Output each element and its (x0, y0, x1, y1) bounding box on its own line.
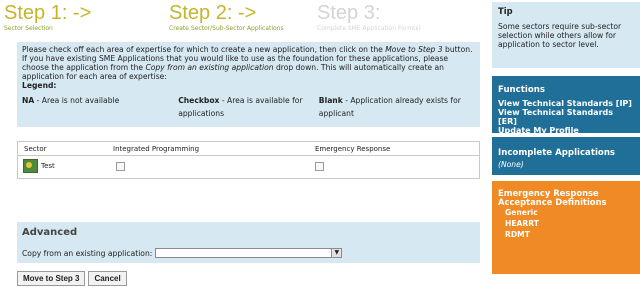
move-to-step-3-button[interactable]: Move to Step 3 (17, 271, 86, 286)
instructions-box: Please check off each area of expertise … (17, 42, 480, 127)
incomplete-applications-panel: Incomplete Applications (None) (492, 137, 640, 175)
step-3-title: Step 3: (317, 2, 381, 24)
step-2-subtitle: Create Sector/Sub-Sector Applications (169, 25, 284, 32)
legend-blank: Blank - Application already exists for a… (318, 96, 461, 118)
copy-application-select[interactable]: ▼ (155, 248, 343, 258)
step-2-title: Step 2: -> (169, 2, 257, 24)
action-buttons: Move to Step 3 Cancel (17, 271, 127, 286)
sector-name: Test (41, 162, 55, 170)
emergency-response-checkbox[interactable] (315, 162, 324, 171)
header-emergency-response: Emergency Response (315, 145, 391, 153)
header-integrated-programming: Integrated Programming (113, 145, 200, 153)
functions-title: Functions (498, 85, 545, 95)
era-rdmt-link[interactable]: RDMT (498, 229, 634, 240)
era-generic-link[interactable]: Generic (498, 207, 634, 218)
era-title: Emergency Response Acceptance Definition… (498, 188, 607, 207)
era-definitions-panel: Emergency Response Acceptance Definition… (492, 181, 640, 274)
legend-na: NA - Area is not available (22, 96, 120, 105)
view-technical-standards-er-link[interactable]: View Technical Standards [ER] (498, 108, 634, 126)
tip-text: Some sectors require sub-sector selectio… (498, 22, 622, 49)
step-1-title: Step 1: -> (4, 2, 92, 24)
incomplete-title: Incomplete Applications (498, 148, 616, 158)
chevron-down-icon[interactable]: ▼ (331, 249, 342, 257)
cancel-button[interactable]: Cancel (88, 271, 127, 286)
copy-row: Copy from an existing application: ▼ (22, 248, 475, 258)
legend-checkbox: Checkbox - Area is available for applica… (178, 96, 303, 118)
instructions-text-1: Please check off each area of expertise … (22, 45, 386, 54)
advanced-section: Advanced Copy from an existing applicati… (17, 222, 480, 263)
header-sector: Sector (24, 145, 47, 153)
sector-table: Sector Integrated Programming Emergency … (17, 141, 480, 179)
sector-icon (23, 159, 38, 173)
step-3-subtitle: Complete SME Application Form(s) (317, 25, 421, 32)
step-progress: Step 1: -> Sector Selection Step 2: -> C… (2, 2, 487, 42)
view-technical-standards-ip-link[interactable]: View Technical Standards [IP] (498, 99, 634, 108)
tip-title: Tip (498, 6, 513, 16)
incomplete-none: (None) (498, 160, 524, 169)
instructions-step-ref: Move to Step 3 (385, 45, 443, 54)
era-hearrt-link[interactable]: HEARRT (498, 218, 634, 229)
legend: NA - Area is not available Checkbox - Ar… (22, 94, 475, 120)
instructions-text: Please check off each area of expertise … (22, 45, 475, 81)
update-my-profile-link[interactable]: Update My Profile (498, 126, 634, 135)
copy-label: Copy from an existing application: (22, 248, 153, 258)
legend-title: Legend: (22, 81, 57, 90)
table-header: Sector Integrated Programming Emergency … (18, 142, 479, 156)
functions-panel: Functions View Technical Standards [IP] … (492, 76, 640, 135)
step-1: Step 1: -> Sector Selection (4, 2, 91, 34)
step-2: Step 2: -> Create Sector/Sub-Sector Appl… (169, 2, 284, 34)
instructions-copy-ref: Copy from an existing application (145, 63, 274, 72)
step-3: Step 3: Complete SME Application Form(s) (317, 2, 421, 34)
step-1-subtitle: Sector Selection (4, 25, 53, 32)
table-row: Test (18, 156, 479, 178)
integrated-programming-checkbox[interactable] (116, 162, 125, 171)
tip-panel: Tip Some sectors require sub-sector sele… (492, 2, 640, 68)
advanced-title: Advanced (22, 227, 78, 238)
